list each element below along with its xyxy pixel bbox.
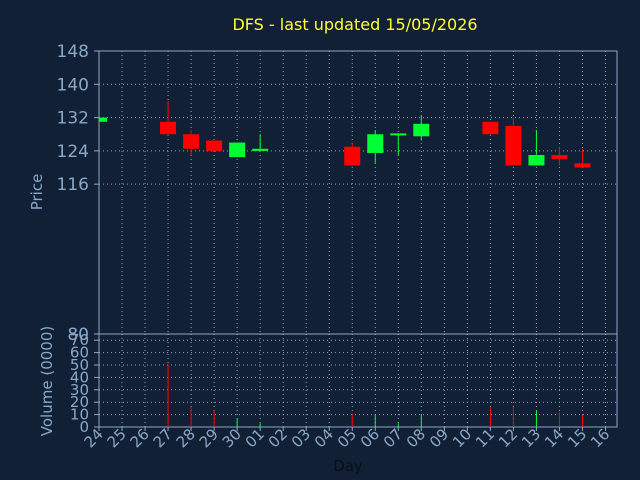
price-tick-label: 140 bbox=[57, 75, 89, 95]
candle-body bbox=[390, 133, 407, 136]
volume-axis: 010203040506070 bbox=[70, 331, 99, 436]
candle-body bbox=[229, 142, 246, 158]
x-axis: 2425262728293001020304050607080910111213… bbox=[81, 425, 614, 451]
volume-axis-label: Volume (0000) bbox=[38, 326, 56, 436]
candle-body bbox=[505, 125, 522, 166]
candle-body bbox=[551, 155, 568, 160]
price-tick-label: 132 bbox=[57, 109, 89, 129]
volume-tick-label: 70 bbox=[70, 331, 89, 349]
candle-body bbox=[206, 140, 223, 151]
price-plot-frame bbox=[98, 50, 618, 335]
candle-body bbox=[344, 146, 361, 166]
chart-title: DFS - last updated 15/05/2026 bbox=[232, 15, 477, 34]
candlestick-chart: DFS - last updated 15/05/2026 8011612413… bbox=[28, 15, 618, 475]
candle-body bbox=[252, 148, 269, 151]
price-tick-label: 124 bbox=[57, 142, 89, 162]
candle-body bbox=[574, 163, 591, 168]
candle-body bbox=[183, 134, 200, 149]
grid-lines bbox=[99, 51, 617, 427]
y-axis-label: Price bbox=[28, 174, 46, 211]
volume-plot-frame bbox=[98, 333, 618, 428]
candles bbox=[98, 100, 591, 168]
price-tick-label: 148 bbox=[57, 42, 89, 62]
volume-bars bbox=[167, 363, 583, 427]
candle-body bbox=[413, 123, 430, 137]
candle-body bbox=[160, 121, 177, 135]
candle-body bbox=[367, 134, 384, 153]
x-tick-label: 16 bbox=[587, 425, 613, 451]
candle-body bbox=[482, 121, 499, 135]
candle-body bbox=[528, 155, 545, 166]
price-axis: 80116124132140148 bbox=[57, 42, 99, 345]
candle-body bbox=[99, 117, 107, 122]
price-tick-label: 116 bbox=[57, 175, 89, 195]
x-axis-label: Day bbox=[333, 457, 363, 475]
